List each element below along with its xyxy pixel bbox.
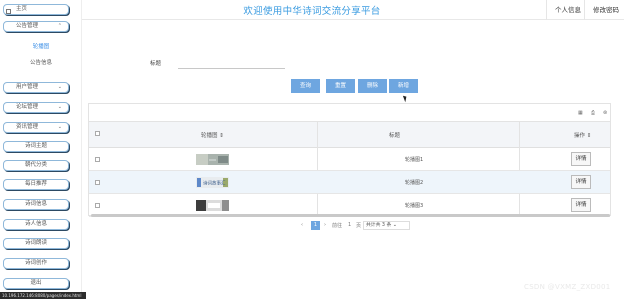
- chevron-down-icon: ⌄: [57, 104, 62, 110]
- sidebar-item-home[interactable]: 主页: [3, 4, 69, 15]
- header-divider: [584, 0, 585, 20]
- sidebar-item-public-management[interactable]: 公告管理 ⌃: [3, 21, 69, 32]
- carousel-thumbnail: 诗词故事汇: [196, 177, 229, 188]
- change-password-link[interactable]: 修改密码: [593, 4, 619, 14]
- row-checkbox[interactable]: [95, 180, 100, 185]
- sidebar-item-label: 公告管理: [16, 23, 39, 29]
- table-toolbar: ▦ ⎙ ⊜: [89, 104, 610, 122]
- status-url: 10.196.172.146:8080/pages/index.html: [0, 292, 86, 299]
- delete-button[interactable]: 删除: [358, 79, 387, 93]
- top-header: 欢迎使用中华诗词交流分享平台 个人信息 修改密码: [0, 0, 624, 20]
- chevron-down-icon: ⌄: [57, 84, 62, 90]
- sidebar-subitem-carousel[interactable]: 轮播图: [0, 42, 82, 50]
- add-button[interactable]: 新增: [389, 79, 418, 93]
- carousel-thumbnail: [196, 154, 229, 165]
- sidebar-item-label: 论坛管理: [16, 104, 39, 110]
- sidebar-item-news[interactable]: 资讯管理 ⌄: [3, 122, 69, 133]
- goto-label: 前往: [332, 223, 343, 229]
- sidebar-item-poem-info[interactable]: 诗词信息: [3, 199, 69, 210]
- chevron-down-icon: ⌄: [57, 124, 62, 130]
- detail-button[interactable]: 详情: [571, 175, 591, 189]
- table-row[interactable]: 轮播图1 详情: [89, 148, 610, 171]
- grid-icon[interactable]: ▦: [578, 110, 583, 116]
- page-1-button[interactable]: 1: [311, 221, 320, 230]
- row-title: 轮播图1: [405, 157, 424, 163]
- home-icon: [6, 9, 11, 14]
- sidebar-item-daily-recommend[interactable]: 每日推荐: [3, 179, 69, 190]
- header-divider: [546, 0, 547, 20]
- page-size-select[interactable]: 共计共 3 条 ⌄: [363, 221, 410, 230]
- row-title: 轮播图2: [405, 180, 424, 186]
- data-table: ▦ ⎙ ⊜ 轮播图 ⇕ 标题 操作 ⇕ 轮播图1 详情 诗词故事汇 轮播图2 详…: [88, 103, 611, 217]
- carousel-thumbnail: [196, 200, 229, 211]
- next-page-icon[interactable]: ›: [324, 222, 326, 228]
- query-button[interactable]: 查询: [291, 79, 320, 93]
- sidebar-item-forum[interactable]: 论坛管理 ⌄: [3, 102, 69, 113]
- sidebar-item-logout[interactable]: 退出: [3, 278, 69, 289]
- mouse-cursor-icon: [402, 94, 409, 103]
- sidebar-item-label: 主页: [16, 6, 28, 12]
- detail-button[interactable]: 详情: [571, 152, 591, 166]
- sidebar-item-poet-info[interactable]: 诗人信息: [3, 219, 69, 230]
- table-row[interactable]: 诗词故事汇 轮播图2 详情: [89, 171, 610, 194]
- chevron-up-icon: ⌃: [57, 23, 62, 29]
- sidebar-item-poem-reading[interactable]: 诗词朗读: [3, 238, 69, 249]
- search-input[interactable]: [178, 63, 285, 69]
- sidebar-item-users[interactable]: 用户管理 ⌄: [3, 82, 69, 93]
- column-header-action[interactable]: 操作 ⇕: [574, 131, 591, 139]
- sidebar-item-dynasty[interactable]: 朝代分类: [3, 160, 69, 171]
- filter-icon[interactable]: ⊜: [603, 110, 607, 116]
- reset-button[interactable]: 重置: [326, 79, 355, 93]
- select-all-checkbox[interactable]: [95, 131, 100, 136]
- column-header-image[interactable]: 轮播图 ⇕: [201, 131, 224, 139]
- row-title: 轮播图3: [405, 203, 424, 209]
- sidebar-item-label: 资讯管理: [16, 124, 39, 130]
- page-unit-label: 页: [356, 223, 362, 229]
- sidebar-item-poem-creation[interactable]: 诗词创作: [3, 258, 69, 269]
- prev-page-icon[interactable]: ‹: [301, 222, 303, 228]
- detail-button[interactable]: 详情: [571, 198, 591, 212]
- platform-title: 欢迎使用中华诗词交流分享平台: [243, 6, 381, 17]
- row-checkbox[interactable]: [95, 203, 100, 208]
- column-header-title[interactable]: 标题: [389, 131, 400, 139]
- table-header: 轮播图 ⇕ 标题 操作 ⇕: [89, 122, 610, 148]
- watermark: CSDN @VXMZ_ZXD001: [524, 283, 611, 291]
- sidebar: 主页 公告管理 ⌃ 轮播图 公告信息 用户管理 ⌄ 论坛管理 ⌄ 资讯管理 ⌄ …: [0, 0, 82, 299]
- search-label: 标题: [150, 61, 162, 67]
- sidebar-item-label: 用户管理: [16, 84, 39, 90]
- row-checkbox[interactable]: [95, 157, 100, 162]
- goto-page-input[interactable]: 1: [348, 222, 351, 228]
- horizontal-scrollbar[interactable]: [91, 214, 610, 217]
- thumbnail-text: 诗词故事汇: [203, 180, 226, 187]
- sidebar-subitem-notice[interactable]: 公告信息: [0, 58, 82, 66]
- personal-center-link[interactable]: 个人信息: [555, 4, 581, 14]
- sidebar-item-poem-theme[interactable]: 诗词主题: [3, 141, 69, 152]
- print-icon[interactable]: ⎙: [591, 110, 595, 116]
